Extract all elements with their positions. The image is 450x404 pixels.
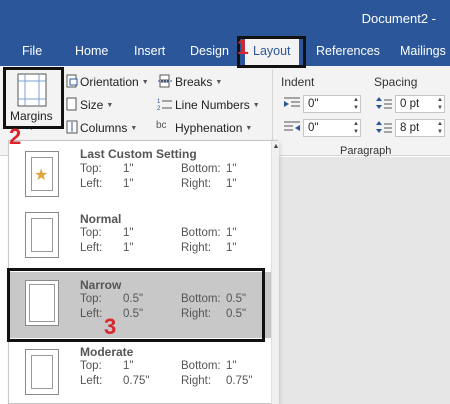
- left-value: 0.75": [123, 375, 150, 387]
- right-label: Right:: [181, 375, 212, 387]
- hyphenation-button[interactable]: Hyphenation ▼: [175, 121, 252, 135]
- orientation-button[interactable]: Orientation ▼: [80, 75, 149, 89]
- columns-label: Columns: [80, 121, 128, 135]
- size-icon: [66, 97, 77, 111]
- left-label: Left:: [80, 178, 103, 190]
- tab-home[interactable]: Home: [75, 44, 108, 58]
- step-number-2: 2: [9, 124, 22, 149]
- orientation-caret-icon: ▼: [141, 79, 149, 87]
- indent-left-icon: [284, 97, 300, 107]
- document-area: [278, 157, 450, 404]
- indent-right-value: 0": [308, 122, 319, 134]
- step-number-1: 1: [237, 36, 249, 59]
- ribbon-divider: [272, 70, 273, 142]
- option-title: Last Custom Setting: [80, 147, 197, 161]
- tab-file[interactable]: File: [22, 44, 42, 58]
- step-number-3: 3: [104, 314, 117, 339]
- annotation-box-margins: [3, 67, 64, 129]
- top-value: 1": [123, 163, 134, 175]
- gallery-scrollbar[interactable]: ▲: [271, 141, 279, 404]
- top-value: 1": [123, 227, 134, 239]
- spacing-before-icon: [376, 97, 392, 109]
- indent-right-icon: [284, 121, 300, 131]
- line-numbers-button[interactable]: Line Numbers ▼: [175, 98, 260, 112]
- margin-guide: [31, 355, 53, 389]
- tab-mailings[interactable]: Mailings: [400, 44, 446, 58]
- breaks-caret-icon: ▼: [215, 79, 223, 87]
- hyphenation-icon: bc: [156, 120, 167, 131]
- size-label: Size: [80, 98, 104, 112]
- breaks-label: Breaks: [175, 75, 213, 89]
- spinner-arrows-icon[interactable]: ▲ ▼: [437, 120, 443, 136]
- margin-thumbnail-icon: [25, 349, 59, 395]
- option-title: Normal: [80, 212, 122, 226]
- margin-thumbnail-icon: [25, 212, 59, 258]
- top-label: Top:: [80, 163, 102, 175]
- right-label: Right:: [181, 178, 212, 190]
- left-label: Left:: [80, 242, 103, 254]
- spacing-after-input[interactable]: 8 pt ▲ ▼: [395, 119, 445, 137]
- margin-thumbnail-icon: ★: [25, 151, 59, 197]
- indent-label: Indent: [281, 75, 315, 89]
- svg-text:2: 2: [157, 106, 161, 111]
- bottom-label: Bottom:: [181, 163, 221, 175]
- spacing-after-icon: [376, 121, 392, 133]
- top-value: 1": [123, 360, 134, 372]
- spinner-arrows-icon[interactable]: ▲ ▼: [437, 96, 443, 112]
- orientation-label: Orientation: [80, 75, 139, 89]
- spacing-after-value: 8 pt: [400, 122, 420, 134]
- margin-guide: [31, 218, 53, 252]
- bottom-value: 1": [226, 227, 237, 239]
- bottom-value: 1": [226, 360, 237, 372]
- scroll-up-icon[interactable]: ▲: [272, 143, 280, 150]
- indent-left-input[interactable]: 0" ▲ ▼: [303, 95, 361, 113]
- left-value: 1": [123, 178, 134, 190]
- tab-insert[interactable]: Insert: [134, 44, 165, 58]
- spinner-arrows-icon[interactable]: ▲ ▼: [353, 96, 359, 112]
- columns-icon: [66, 120, 78, 134]
- margin-option-moderate[interactable]: Moderate Top: 1" Bottom: 1" Left: 0.75" …: [9, 339, 271, 404]
- right-value: 1": [226, 242, 237, 254]
- hyphenation-caret-icon: ▼: [245, 125, 253, 133]
- star-icon: ★: [34, 167, 49, 184]
- breaks-icon: [158, 74, 172, 88]
- bottom-label: Bottom:: [181, 227, 221, 239]
- ribbon-tab-bar: File Home Insert Design Layout Reference…: [0, 37, 450, 66]
- annotation-box-narrow: [7, 268, 265, 342]
- spacing-before-input[interactable]: 0 pt ▲ ▼: [395, 95, 445, 113]
- indent-left-value: 0": [308, 98, 319, 110]
- left-value: 1": [123, 242, 134, 254]
- breaks-button[interactable]: Breaks ▼: [175, 75, 222, 89]
- right-label: Right:: [181, 242, 212, 254]
- line-numbers-icon: 1 2: [157, 99, 172, 111]
- columns-button[interactable]: Columns ▼: [80, 121, 137, 135]
- line-numbers-label: Line Numbers: [175, 98, 250, 112]
- line-numbers-caret-icon: ▼: [252, 102, 260, 110]
- margin-option-normal[interactable]: Normal Top: 1" Bottom: 1" Left: 1" Right…: [9, 207, 271, 273]
- svg-text:1: 1: [157, 99, 161, 105]
- right-value: 1": [226, 178, 237, 190]
- hyphenation-label: Hyphenation: [175, 121, 243, 135]
- orientation-icon: [66, 74, 78, 88]
- spacing-before-value: 0 pt: [400, 98, 420, 110]
- spacing-label: Spacing: [374, 75, 418, 89]
- option-title: Moderate: [80, 345, 134, 359]
- size-caret-icon: ▼: [106, 102, 114, 110]
- bottom-label: Bottom:: [181, 360, 221, 372]
- bottom-value: 1": [226, 163, 237, 175]
- columns-caret-icon: ▼: [130, 125, 138, 133]
- spinner-arrows-icon[interactable]: ▲ ▼: [353, 120, 359, 136]
- tab-design[interactable]: Design: [190, 44, 229, 58]
- top-label: Top:: [80, 360, 102, 372]
- top-label: Top:: [80, 227, 102, 239]
- paragraph-group-label: Paragraph: [340, 145, 392, 157]
- left-label: Left:: [80, 375, 103, 387]
- size-button[interactable]: Size ▼: [80, 98, 113, 112]
- margin-option-last-custom[interactable]: ★ Last Custom Setting Top: 1" Bottom: 1"…: [9, 143, 271, 209]
- right-value: 0.75": [226, 375, 253, 387]
- document-title: Document2 -: [361, 11, 436, 26]
- title-bar: Document2 -: [0, 0, 450, 37]
- tab-references[interactable]: References: [316, 44, 380, 58]
- indent-right-input[interactable]: 0" ▲ ▼: [303, 119, 361, 137]
